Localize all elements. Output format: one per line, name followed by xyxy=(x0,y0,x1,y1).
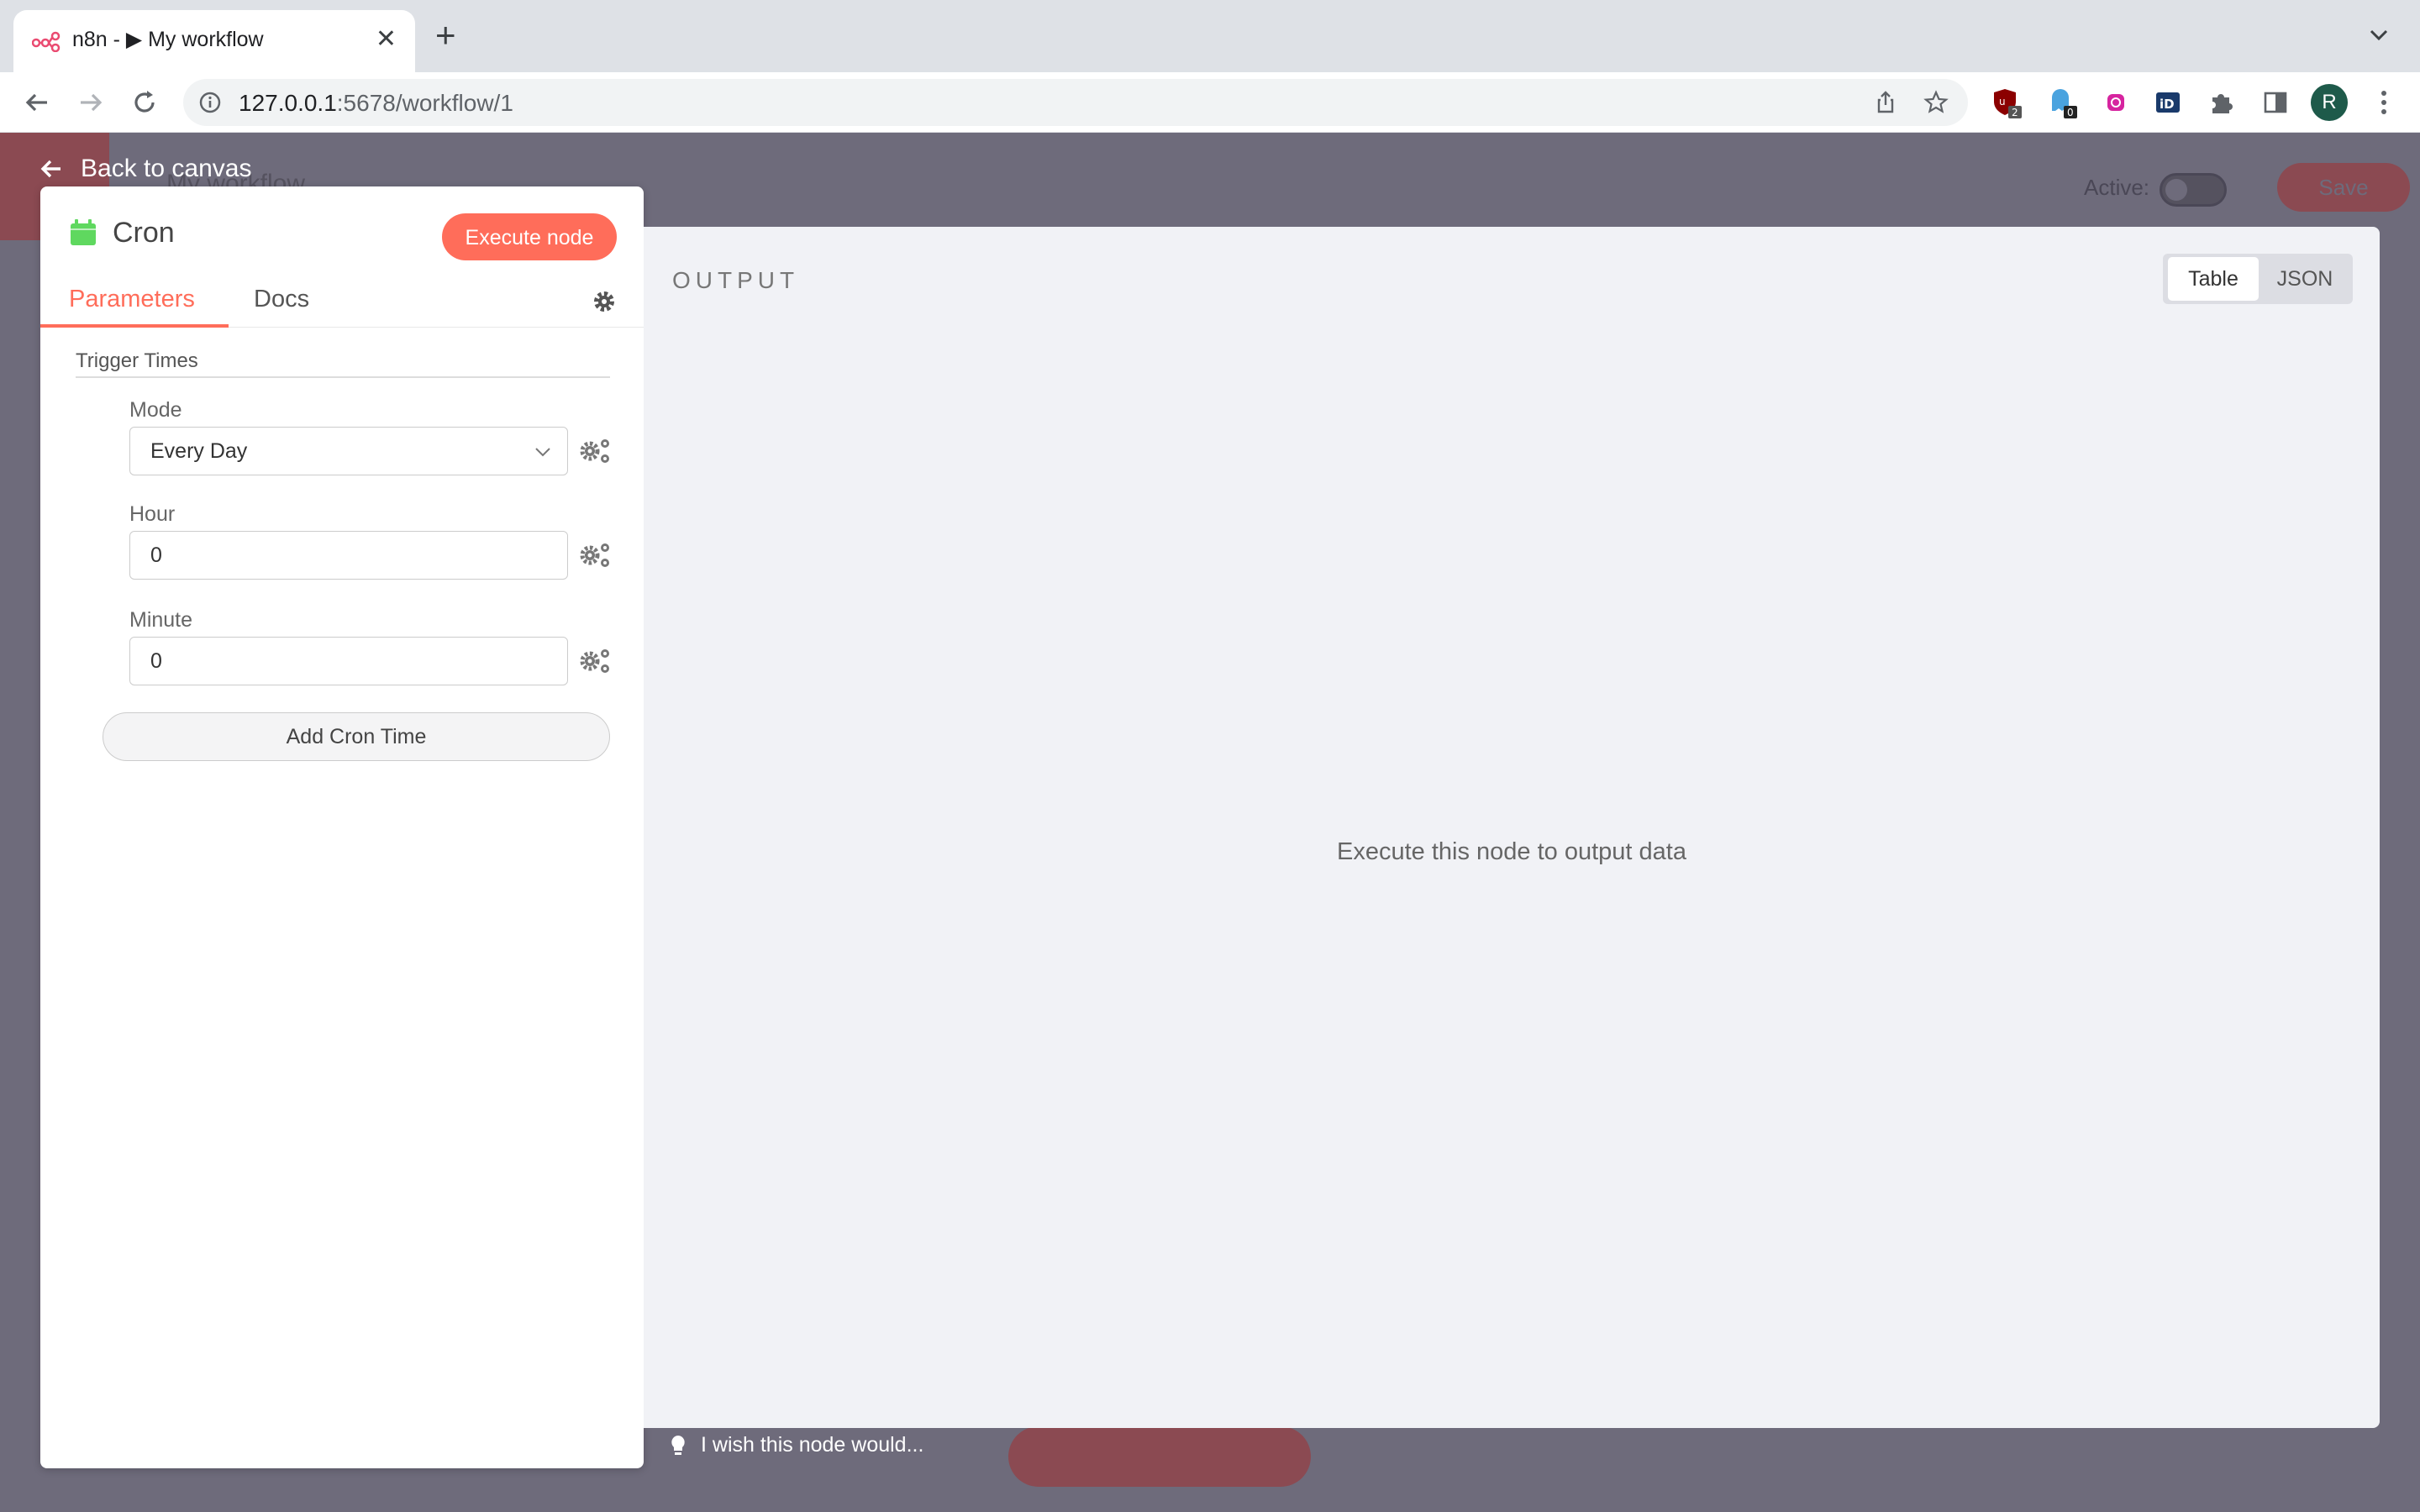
more-menu-icon[interactable] xyxy=(2371,87,2396,118)
active-toggle[interactable] xyxy=(2160,173,2227,207)
browser-toolbar: 127.0.0.1:5678/workflow/1 u 2 0 iD R xyxy=(0,72,2420,133)
active-label: Active: xyxy=(2084,175,2150,200)
section-title-trigger-times: Trigger Times xyxy=(76,349,198,372)
add-cron-time-button[interactable]: Add Cron Time xyxy=(103,712,610,761)
save-button[interactable]: Save xyxy=(2277,163,2410,212)
browser-tab[interactable]: n8n - ▶ My workflow ✕ xyxy=(13,10,415,72)
mode-select[interactable]: Every Day xyxy=(129,427,568,475)
ublock-badge: 2 xyxy=(2012,107,2018,118)
hour-options-gears-icon[interactable] xyxy=(578,541,612,570)
execute-node-button[interactable]: Execute node xyxy=(442,213,617,260)
back-arrow-icon[interactable] xyxy=(20,86,54,119)
svg-text:u: u xyxy=(1999,96,2006,108)
calendar-icon xyxy=(71,219,96,245)
back-to-canvas-button[interactable]: Back to canvas xyxy=(39,155,251,183)
browser-tab-strip: n8n - ▶ My workflow ✕ + xyxy=(0,0,2420,72)
minute-options-gears-icon[interactable] xyxy=(578,647,612,675)
node-parameters-panel: Cron Execute node Parameters Docs Trigge… xyxy=(40,186,644,1468)
feedback-link[interactable]: I wish this node would... xyxy=(669,1433,923,1457)
n8n-app: My workflow Active: Save Back to canvas … xyxy=(0,133,2420,1512)
json-view-button[interactable]: JSON xyxy=(2262,257,2348,301)
minute-label: Minute xyxy=(129,608,193,632)
minute-input-value: 0 xyxy=(150,649,162,673)
active-tab-indicator xyxy=(40,324,229,328)
tab-docs[interactable]: Docs xyxy=(254,286,309,313)
tab-close-icon[interactable]: ✕ xyxy=(376,27,397,52)
hour-input[interactable]: 0 xyxy=(129,531,568,580)
hour-label: Hour xyxy=(129,502,176,526)
section-divider xyxy=(76,376,610,378)
feedback-text: I wish this node would... xyxy=(701,1433,924,1457)
mode-select-value: Every Day xyxy=(150,439,248,463)
hour-input-value: 0 xyxy=(150,543,162,567)
back-to-canvas-label: Back to canvas xyxy=(81,155,252,182)
settings-gear-icon[interactable] xyxy=(592,289,617,314)
lightbulb-icon xyxy=(671,1435,685,1455)
node-tabs: Parameters Docs xyxy=(40,270,644,328)
reload-icon[interactable] xyxy=(128,86,161,119)
table-view-button[interactable]: Table xyxy=(2168,257,2259,301)
site-info-icon[interactable] xyxy=(197,89,224,116)
profile-avatar[interactable]: R xyxy=(2311,84,2348,121)
n8n-logo-icon xyxy=(32,31,60,52)
ghostery-badge: 0 xyxy=(2067,107,2074,118)
mode-options-gears-icon[interactable] xyxy=(578,437,612,465)
sidepanel-icon[interactable] xyxy=(2259,86,2292,119)
instagram-icon[interactable] xyxy=(2099,86,2133,119)
ghostery-icon[interactable]: 0 xyxy=(2045,86,2079,119)
chevron-down-icon xyxy=(535,448,550,457)
back-arrow-icon xyxy=(40,160,60,178)
id-icon[interactable]: iD xyxy=(2151,86,2185,119)
output-panel: OUTPUT Table JSON Execute this node to o… xyxy=(644,227,2380,1428)
bookmark-star-icon[interactable] xyxy=(1923,89,1949,116)
mode-label: Mode xyxy=(129,398,182,422)
ublock-icon[interactable]: u 2 xyxy=(1990,86,2023,119)
minute-input[interactable]: 0 xyxy=(129,637,568,685)
url-text: 127.0.0.1:5678/workflow/1 xyxy=(239,90,513,116)
puzzle-icon[interactable] xyxy=(2205,86,2238,119)
output-empty-message: Execute this node to output data xyxy=(1337,838,1686,865)
svg-text:iD: iD xyxy=(2160,97,2175,112)
output-view-switch: Table JSON xyxy=(2163,254,2353,304)
tab-parameters[interactable]: Parameters xyxy=(69,286,195,313)
node-title[interactable]: Cron xyxy=(113,217,175,249)
address-bar[interactable]: 127.0.0.1:5678/workflow/1 xyxy=(183,79,1968,126)
forward-arrow-icon[interactable] xyxy=(74,86,108,119)
tab-title: n8n - ▶ My workflow xyxy=(72,28,264,51)
new-tab-button[interactable]: + xyxy=(435,18,456,53)
background-execute-workflow-button xyxy=(1008,1426,1311,1487)
share-icon[interactable] xyxy=(1872,89,1899,116)
output-title: OUTPUT xyxy=(672,267,800,293)
tab-search-chevron-icon[interactable] xyxy=(2366,22,2391,47)
